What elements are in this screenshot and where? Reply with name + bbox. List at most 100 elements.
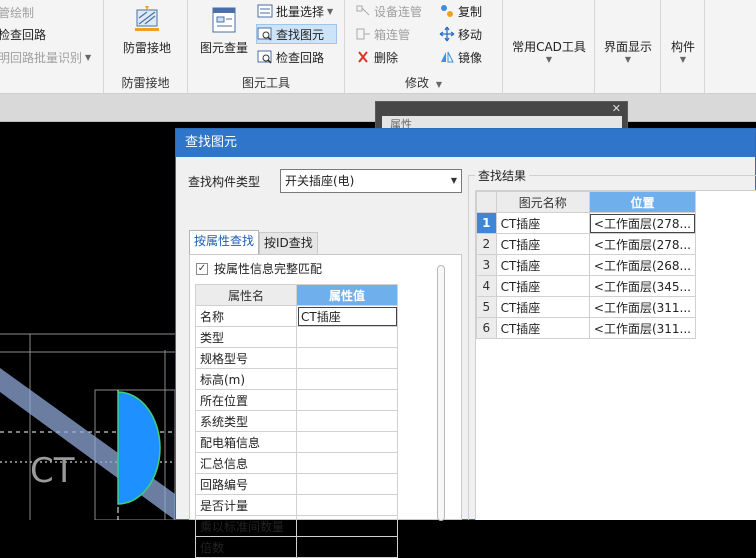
property-value-cell[interactable]: CT插座 [296,305,398,327]
table-row[interactable]: 标高(m) [195,368,398,390]
pipe-draw-button[interactable]: 管绘制 [0,2,34,22]
table-row[interactable]: 配电箱信息 [195,431,398,453]
move-label: 移动 [458,27,483,42]
table-row[interactable]: 倍数 [195,536,398,558]
table-row[interactable]: 5 CT插座 <工作面层(311... [476,296,697,318]
result-name-cell[interactable]: CT插座 [495,212,590,234]
device-pipe-button[interactable]: 设备连管 [355,1,422,21]
result-name-cell[interactable]: CT插座 [495,275,590,297]
move-button[interactable]: 移动 [439,24,482,44]
property-value-header[interactable]: 属性值 [296,284,398,306]
result-name-cell[interactable]: CT插座 [495,317,590,339]
result-name-cell[interactable]: CT插座 [495,296,590,318]
table-row[interactable]: 汇总信息 [195,452,398,474]
component-type-label: 查找构件类型 [188,175,261,189]
cad-annotation-letters: CT [30,451,75,491]
property-value-cell[interactable] [296,326,398,348]
component-menu[interactable]: 构件 ▼ [661,38,705,64]
property-value-cell[interactable] [296,515,398,537]
mirror-button[interactable]: 镜像 [439,47,482,67]
device-pipe-icon [355,3,371,19]
result-name-cell[interactable]: CT插座 [495,233,590,255]
copy-button[interactable]: 复制 [439,1,482,21]
table-row[interactable]: 乘以标准间数量 [195,515,398,537]
table-row[interactable]: 所在位置 [195,389,398,411]
results-position-header[interactable]: 位置 [588,191,697,213]
table-row[interactable]: 名称 CT插座 [195,305,398,327]
table-row[interactable]: 3 CT插座 <工作面层(268... [476,254,697,276]
element-quantity-label: 图元查量 [199,41,248,55]
row-number-cell[interactable]: 2 [476,233,497,255]
batch-select-button[interactable]: 批量选择 ▼ [257,1,333,21]
result-position-cell[interactable]: <工作面层(311... [588,317,697,339]
batch-identify-button[interactable]: 明回路批量识别 ▼ [0,47,91,67]
property-name-cell: 配电箱信息 [195,431,297,453]
ribbon-group-loop: 管绘制 检查回路 明回路批量识别 ▼ [0,0,104,94]
row-number-cell[interactable]: 6 [476,317,497,339]
check-loop-button[interactable]: 检查回路 [257,47,324,67]
move-icon [439,26,455,42]
modify-caption[interactable]: 修改 ▼ [345,74,502,91]
property-value-cell[interactable] [296,431,398,453]
result-position-cell[interactable]: <工作面层(345... [588,275,697,297]
box-pipe-button[interactable]: 箱连管 [355,24,410,44]
result-name-cell[interactable]: CT插座 [495,254,590,276]
ribbon-group-component: 构件 ▼ [661,0,705,94]
tab-by-property[interactable]: 按属性查找 [189,230,260,254]
property-value-cell[interactable] [296,452,398,474]
table-row[interactable]: 1 CT插座 <工作面层(278... [476,212,697,234]
close-icon[interactable]: ✕ [612,102,621,115]
table-row[interactable]: 规格型号 [195,347,398,369]
results-pane: 图元名称 位置 1 CT插座 <工作面层(278... 2 CT插座 <工作面层(278.… [475,190,756,520]
property-value-cell[interactable] [296,368,398,390]
lightning-group-caption: 防雷接地 [121,76,170,90]
row-number-cell[interactable]: 3 [476,254,497,276]
chevron-down-icon: ▼ [450,176,457,185]
result-position-cell[interactable]: <工作面层(268... [588,254,697,276]
property-name-cell: 所在位置 [195,389,297,411]
property-name-header[interactable]: 属性名 [195,284,297,306]
results-name-header[interactable]: 图元名称 [495,191,590,213]
table-row[interactable]: 系统类型 [195,410,398,432]
table-row[interactable]: 6 CT插座 <工作面层(311... [476,317,697,339]
property-name-cell: 系统类型 [195,410,297,432]
property-value-cell[interactable] [296,389,398,411]
find-element-button[interactable]: 查找图元 [256,24,338,44]
scrollbar-thumb[interactable] [437,265,445,521]
check-loop-left-button[interactable]: 检查回路 [0,24,46,44]
property-value-cell[interactable] [296,536,398,558]
property-value-cell[interactable] [296,347,398,369]
element-quantity-button[interactable]: 图元查量 [196,4,252,56]
modify-caption-label: 修改 [405,76,430,90]
table-row[interactable]: 2 CT插座 <工作面层(278... [476,233,697,255]
check-loop-icon [257,49,273,65]
property-value-cell[interactable] [296,410,398,432]
full-match-checkbox[interactable]: ✓ 按属性信息完整匹配 [196,260,322,277]
copy-label: 复制 [458,4,483,19]
result-position-cell[interactable]: <工作面层(311... [588,296,697,318]
table-row[interactable]: 4 CT插座 <工作面层(345... [476,275,697,297]
property-value-cell[interactable] [296,494,398,516]
chevron-down-icon: ▼ [85,52,92,62]
row-number-cell[interactable]: 4 [476,275,497,297]
table-row[interactable]: 回路编号 [195,473,398,495]
lightning-ground-button[interactable]: 防雷接地 [118,4,176,56]
result-position-cell[interactable]: <工作面层(278... [588,233,697,255]
delete-button[interactable]: 删除 [355,47,398,67]
check-loop-left-label: 检查回路 [0,27,47,42]
tab-by-id[interactable]: 按ID查找 [259,232,318,254]
result-position-cell[interactable]: <工作面层(278... [588,212,697,234]
component-label: 构件 [670,40,695,54]
batch-select-icon [257,3,273,19]
cad-tools-menu[interactable]: 常用CAD工具 ▼ [503,38,595,64]
property-scrollbar[interactable] [436,265,446,521]
component-type-select[interactable]: 开关插座(电) ▼ [280,169,462,193]
property-value-cell[interactable] [296,473,398,495]
chevron-down-icon: ▼ [327,6,334,16]
chevron-down-icon: ▼ [679,55,687,64]
row-number-cell[interactable]: 1 [476,212,497,234]
table-row[interactable]: 类型 [195,326,398,348]
row-number-cell[interactable]: 5 [476,296,497,318]
table-row[interactable]: 是否计量 [195,494,398,516]
display-menu[interactable]: 界面显示 ▼ [595,38,661,64]
